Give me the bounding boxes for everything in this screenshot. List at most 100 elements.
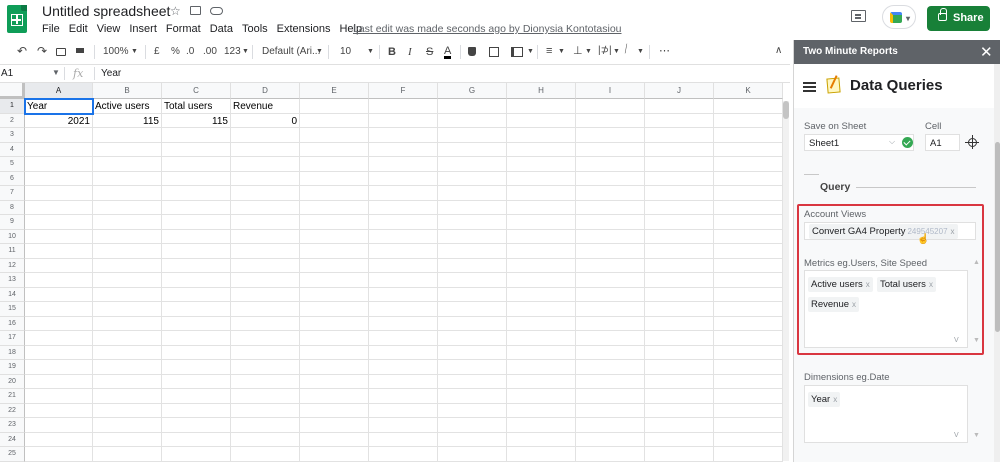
cell[interactable] xyxy=(576,432,645,447)
text-wrap-icon[interactable]: |⊅| xyxy=(598,45,612,56)
cell[interactable] xyxy=(576,258,645,273)
cell[interactable] xyxy=(369,128,438,143)
field-scroll-down-icon[interactable]: ▼ xyxy=(973,337,980,344)
move-folder-icon[interactable] xyxy=(190,6,201,15)
cell[interactable] xyxy=(231,418,300,433)
remove-chip-icon[interactable]: x xyxy=(929,280,933,289)
cell[interactable] xyxy=(438,374,507,389)
cell[interactable] xyxy=(300,287,369,302)
cell[interactable] xyxy=(369,302,438,317)
font-size-select[interactable]: 10 xyxy=(340,46,351,57)
row-header[interactable]: 7 xyxy=(0,186,25,201)
cell[interactable] xyxy=(645,432,714,447)
cell[interactable] xyxy=(714,273,783,288)
cell[interactable] xyxy=(438,389,507,404)
row-header[interactable]: 18 xyxy=(0,345,25,360)
cell[interactable] xyxy=(438,128,507,143)
formula-input[interactable]: Year xyxy=(101,68,121,79)
star-icon[interactable]: ☆ xyxy=(170,4,181,18)
cell[interactable] xyxy=(369,142,438,157)
cell[interactable] xyxy=(438,432,507,447)
cell[interactable] xyxy=(576,99,645,114)
menu-extensions[interactable]: Extensions xyxy=(277,23,331,35)
cell[interactable] xyxy=(93,142,162,157)
cell[interactable] xyxy=(438,99,507,114)
cell[interactable] xyxy=(507,403,576,418)
column-header[interactable]: I xyxy=(576,83,645,99)
cell[interactable] xyxy=(93,287,162,302)
cell[interactable] xyxy=(300,113,369,128)
menu-file[interactable]: File xyxy=(42,23,60,35)
cell[interactable] xyxy=(300,244,369,259)
scrollbar-thumb[interactable] xyxy=(995,142,1000,332)
cell[interactable] xyxy=(162,287,231,302)
cell[interactable] xyxy=(507,186,576,201)
column-header[interactable]: G xyxy=(438,83,507,99)
cell[interactable] xyxy=(25,128,93,143)
cell[interactable] xyxy=(507,374,576,389)
font-select[interactable]: Default (Ari... xyxy=(262,46,320,57)
cell[interactable] xyxy=(25,215,93,230)
cell[interactable] xyxy=(162,447,231,462)
cell[interactable] xyxy=(507,200,576,215)
cell[interactable] xyxy=(645,447,714,462)
cell[interactable] xyxy=(507,389,576,404)
account-views-field[interactable]: Convert GA4 Property 249545207 x xyxy=(804,222,976,240)
cell[interactable] xyxy=(645,128,714,143)
cell[interactable] xyxy=(714,229,783,244)
cell[interactable] xyxy=(576,157,645,172)
cell[interactable] xyxy=(93,374,162,389)
cell[interactable] xyxy=(300,186,369,201)
cell[interactable]: Revenue xyxy=(231,99,300,114)
cell[interactable] xyxy=(25,389,93,404)
dimensions-field[interactable]: Year x V ▼ xyxy=(804,385,980,443)
cell[interactable] xyxy=(300,171,369,186)
cell[interactable] xyxy=(438,200,507,215)
row-header[interactable]: 5 xyxy=(0,157,25,172)
row-header[interactable]: 14 xyxy=(0,287,25,302)
remove-chip-icon[interactable]: x xyxy=(951,227,955,236)
cell[interactable] xyxy=(576,186,645,201)
cell[interactable] xyxy=(162,418,231,433)
cell[interactable] xyxy=(93,360,162,375)
cell[interactable] xyxy=(369,200,438,215)
cell[interactable] xyxy=(93,273,162,288)
cell[interactable] xyxy=(231,389,300,404)
cell[interactable] xyxy=(645,316,714,331)
cell[interactable] xyxy=(645,186,714,201)
cell[interactable] xyxy=(300,374,369,389)
cell[interactable] xyxy=(645,302,714,317)
dropdown-arrow-icon[interactable]: V xyxy=(954,337,959,344)
cell[interactable] xyxy=(645,287,714,302)
bold-button[interactable]: B xyxy=(388,46,396,58)
row-header[interactable]: 21 xyxy=(0,389,25,404)
cell[interactable] xyxy=(576,244,645,259)
cell[interactable] xyxy=(93,244,162,259)
remove-chip-icon[interactable]: x xyxy=(833,395,837,404)
cell[interactable] xyxy=(93,389,162,404)
column-header[interactable]: D xyxy=(231,83,300,99)
cell[interactable] xyxy=(93,229,162,244)
row-header[interactable]: 16 xyxy=(0,316,25,331)
cell[interactable] xyxy=(25,302,93,317)
cell[interactable] xyxy=(231,287,300,302)
cell[interactable] xyxy=(576,287,645,302)
cell[interactable] xyxy=(369,273,438,288)
cell[interactable] xyxy=(645,171,714,186)
row-header[interactable]: 25 xyxy=(0,447,25,462)
cell[interactable] xyxy=(714,331,783,346)
cell[interactable] xyxy=(645,345,714,360)
cell[interactable] xyxy=(162,403,231,418)
cell[interactable] xyxy=(25,316,93,331)
cell[interactable] xyxy=(369,374,438,389)
text-color-button[interactable]: A xyxy=(444,46,452,59)
cell[interactable] xyxy=(369,403,438,418)
cell[interactable] xyxy=(438,186,507,201)
cell[interactable] xyxy=(507,287,576,302)
column-header[interactable]: A xyxy=(25,83,93,99)
cell[interactable] xyxy=(162,142,231,157)
more-options-icon[interactable]: ⋯ xyxy=(659,44,670,57)
cell[interactable] xyxy=(369,331,438,346)
cell[interactable] xyxy=(507,273,576,288)
cell[interactable] xyxy=(438,229,507,244)
